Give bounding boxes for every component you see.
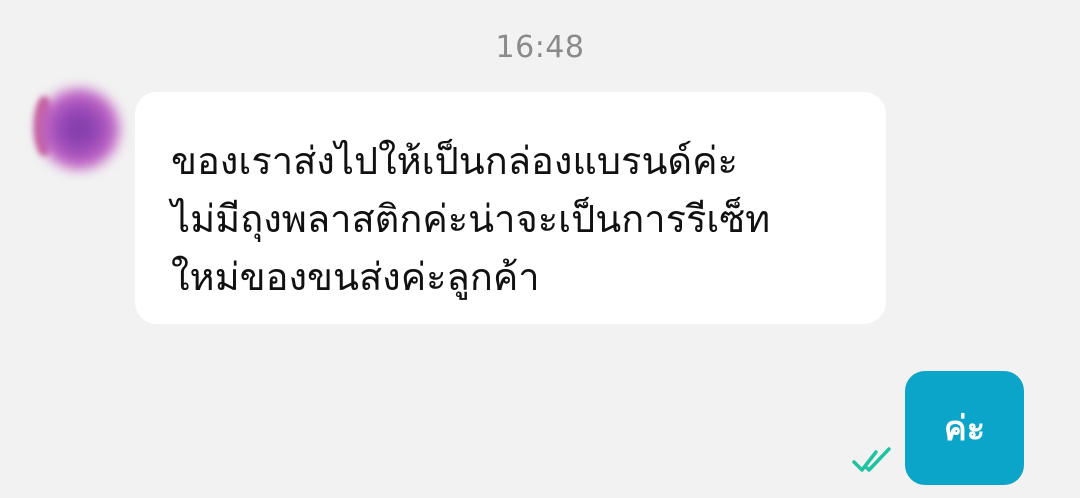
sender-avatar[interactable] [38,88,120,170]
double-check-read-icon [852,447,891,472]
incoming-message-bubble[interactable]: ของเราส่งไปให้เป็นกล่องแบรนด์ค่ะ ไม่มีถุ… [135,92,886,324]
chat-conversation: 16:48 ของเราส่งไปให้เป็นกล่องแบรนด์ค่ะ ไ… [0,0,1080,498]
outgoing-message-bubble[interactable]: ค่ะ [905,371,1024,485]
incoming-message-line: ไม่มีถุงพลาสติกค่ะน่าจะเป็นการรีเซ็ท [171,197,771,241]
outgoing-message-text: ค่ะ [943,409,985,449]
incoming-message-line: ของเราส่งไปให้เป็นกล่องแบรนด์ค่ะ [171,139,738,183]
message-timestamp: 16:48 [495,30,585,65]
incoming-message-line: ใหม่ของขนส่งค่ะลูกค้า [171,255,540,299]
